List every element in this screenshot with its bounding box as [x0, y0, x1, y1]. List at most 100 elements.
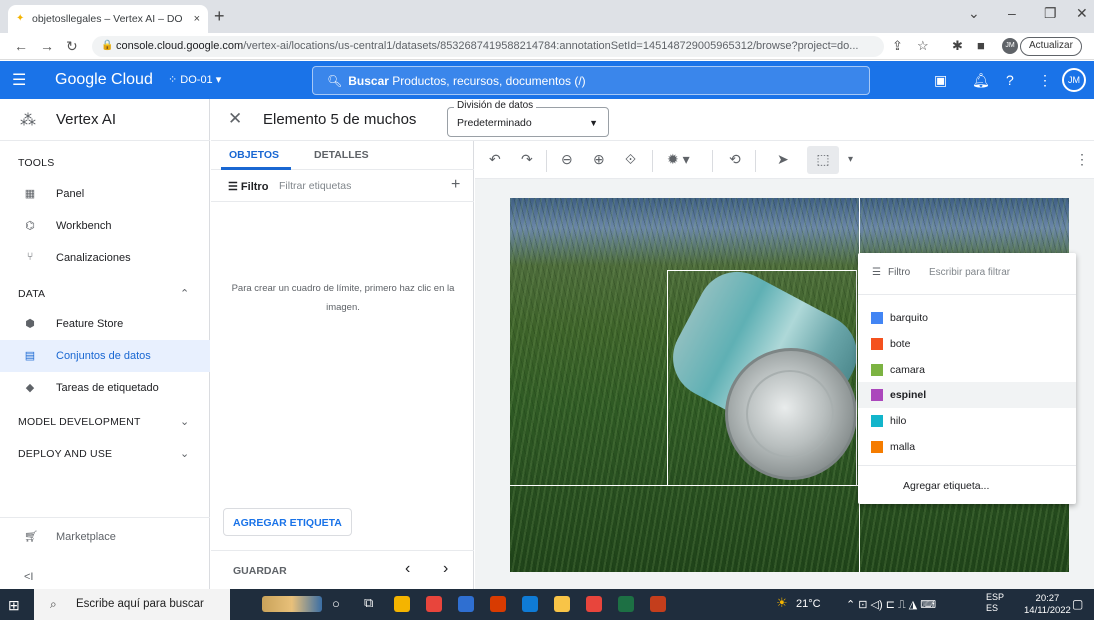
taskbar-search-input[interactable]: ⌕ Escribe aquí para buscar: [34, 589, 230, 620]
dropdown-arrow-icon: ▼: [589, 118, 598, 128]
vertex-ai-logo-icon: ⁂: [20, 112, 36, 129]
section-model-development[interactable]: MODEL DEVELOPMENT ⌄: [18, 416, 198, 428]
pointer-tool-icon[interactable]: ➤: [777, 151, 789, 168]
browser-tab[interactable]: ✦ objetosllegales – Vertex AI – DO ×: [8, 5, 208, 33]
help-icon[interactable]: ?: [1006, 72, 1014, 88]
label-filter-bar[interactable]: ☰ Filtro Filtrar etiquetas +: [211, 170, 474, 202]
close-tab-icon[interactable]: ×: [194, 13, 200, 25]
collapse-sidebar-icon[interactable]: <I: [24, 571, 33, 583]
cloud-shell-icon[interactable]: ▣: [934, 72, 947, 89]
sidebar-item-panel[interactable]: ▦ Panel: [0, 178, 210, 210]
extensions-icon[interactable]: ✱: [952, 38, 963, 54]
bookmark-star-icon[interactable]: ☆: [917, 38, 929, 54]
zoom-in-icon[interactable]: ⊕: [593, 151, 605, 168]
label-picker-filter-input[interactable]: Escribir para filtrar: [929, 267, 1010, 278]
search-icon: 🔍︎: [327, 74, 343, 88]
back-icon[interactable]: ←: [14, 38, 28, 54]
url-field[interactable]: 🔒 console.cloud.google.com/vertex-ai/loc…: [92, 36, 884, 57]
chrome-app-icon[interactable]: [426, 596, 442, 612]
sidebar-item-canalizaciones[interactable]: ⑂ Canalizaciones: [0, 242, 210, 274]
label-option-malla[interactable]: malla: [858, 434, 1076, 460]
close-icon[interactable]: ✕: [228, 109, 242, 129]
bounding-box-tool-icon[interactable]: ⬚: [807, 146, 839, 174]
side-panel-icon[interactable]: ■: [977, 38, 985, 53]
google-cloud-logo[interactable]: Google Cloud: [55, 71, 153, 89]
tab-objects[interactable]: OBJETOS: [229, 149, 279, 161]
powerpoint-app-icon[interactable]: [650, 596, 666, 612]
file-explorer-icon[interactable]: [554, 596, 570, 612]
sidebar-item-datasets[interactable]: ▤ Conjuntos de datos: [0, 340, 210, 372]
brightness-icon[interactable]: ✹ ▾: [667, 151, 690, 168]
sidebar-item-marketplace[interactable]: 🛒︎ Marketplace: [0, 517, 210, 553]
datasets-icon: ▤: [24, 350, 36, 362]
share-icon[interactable]: ⇪: [892, 38, 903, 54]
filter-labels-input[interactable]: Filtrar etiquetas: [279, 180, 351, 192]
tray-icons[interactable]: ⌃ ⊡ ◁) ⊏ ⎍ ◮ ⌨: [846, 598, 936, 612]
sidebar-item-label: Marketplace: [56, 531, 116, 543]
hamburger-menu-icon[interactable]: ☰: [12, 70, 26, 90]
sidebar-item-labeling-tasks[interactable]: ◆ Tareas de etiquetado: [0, 372, 210, 404]
sidebar-item-workbench[interactable]: ⌬ Workbench: [0, 210, 210, 242]
tool-dropdown-icon[interactable]: ▾: [848, 154, 853, 165]
label-option-name: malla: [890, 441, 916, 453]
tab-search-chevron-icon[interactable]: ⌄: [968, 5, 980, 22]
notifications-icon[interactable]: ▢: [1072, 597, 1083, 611]
reset-view-icon[interactable]: ⟲: [729, 151, 741, 168]
forward-icon[interactable]: →: [40, 38, 54, 54]
minimize-icon[interactable]: –: [1008, 5, 1016, 21]
fit-to-screen-icon[interactable]: ⟐: [625, 151, 636, 168]
taskbar-weather-image[interactable]: [262, 596, 322, 612]
data-split-select[interactable]: División de datos Predeterminado ▼: [447, 100, 609, 137]
temperature[interactable]: 21°C: [796, 598, 821, 610]
chevron-down-icon: ⌄: [180, 448, 190, 460]
label-option-espinel[interactable]: espinel: [858, 382, 1076, 408]
cortana-icon[interactable]: ○: [332, 596, 340, 611]
save-button[interactable]: GUARDAR: [233, 565, 287, 577]
project-selector[interactable]: ⁘ DO-01 ▾: [168, 73, 221, 86]
add-label-option[interactable]: Agregar etiqueta...: [858, 465, 1076, 504]
language-indicator[interactable]: ESP ES: [986, 592, 1004, 614]
notifications-bell-icon[interactable]: 🔔︎: [972, 72, 990, 89]
label-option-bote[interactable]: bote: [858, 331, 1076, 357]
browser-tab-strip: ✦ objetosllegales – Vertex AI – DO × + ⌄…: [0, 0, 1094, 33]
task-view-icon[interactable]: ⧉: [364, 595, 373, 611]
add-icon[interactable]: +: [451, 176, 460, 194]
zoom-out-icon[interactable]: ⊖: [561, 151, 573, 168]
store-app-icon[interactable]: [394, 596, 410, 612]
edge-app-icon[interactable]: [522, 596, 538, 612]
previous-item-icon[interactable]: ‹: [405, 560, 410, 578]
bounding-box[interactable]: [667, 270, 857, 486]
mail-app-icon[interactable]: [458, 596, 474, 612]
section-deploy-and-use[interactable]: DEPLOY AND USE ⌄: [18, 448, 198, 460]
close-window-icon[interactable]: ✕: [1076, 5, 1088, 22]
windows-start-icon[interactable]: ⊞: [8, 597, 20, 614]
item-header: ✕ Elemento 5 de muchos División de datos…: [211, 99, 1094, 141]
tab-details[interactable]: DETALLES: [314, 149, 369, 161]
label-option-hilo[interactable]: hilo: [858, 408, 1076, 434]
more-vert-icon[interactable]: ⋮: [1038, 72, 1052, 89]
redo-icon[interactable]: ↷: [521, 151, 533, 168]
cloud-search-input[interactable]: 🔍︎ Buscar Productos, recursos, documentos…: [312, 66, 870, 95]
reload-icon[interactable]: ↻: [66, 38, 78, 55]
update-button[interactable]: Actualizar: [1020, 37, 1082, 56]
undo-icon[interactable]: ↶: [489, 151, 501, 168]
account-avatar[interactable]: JM: [1062, 68, 1086, 92]
section-data[interactable]: DATA ⌃: [18, 288, 198, 300]
label-option-barquito[interactable]: barquito: [858, 305, 1076, 331]
chrome-app-icon-2[interactable]: [586, 596, 602, 612]
acrobat-app-icon[interactable]: [490, 596, 506, 612]
gcloud-header: ☰ Google Cloud ⁘ DO-01 ▾ 🔍︎ Buscar Produc…: [0, 61, 1094, 99]
next-item-icon[interactable]: ›: [443, 560, 448, 578]
label-option-camara[interactable]: camara: [858, 357, 1076, 383]
sidebar-item-label: Conjuntos de datos: [56, 350, 151, 362]
browser-profile-avatar[interactable]: JM: [1002, 38, 1018, 54]
sidebar-item-feature-store[interactable]: ⬢ Feature Store: [0, 308, 210, 340]
more-options-icon[interactable]: ⋮: [1075, 151, 1089, 168]
new-tab-button[interactable]: +: [214, 6, 225, 27]
label-picker-filter[interactable]: ☰ Filtro Escribir para filtrar: [858, 253, 1076, 295]
taskbar-clock[interactable]: 20:27 14/11/2022: [1024, 593, 1071, 617]
annotation-footer: GUARDAR ‹ ›: [211, 550, 474, 590]
excel-app-icon[interactable]: [618, 596, 634, 612]
restore-icon[interactable]: ❐: [1044, 5, 1057, 22]
add-label-button[interactable]: AGREGAR ETIQUETA: [223, 508, 352, 536]
